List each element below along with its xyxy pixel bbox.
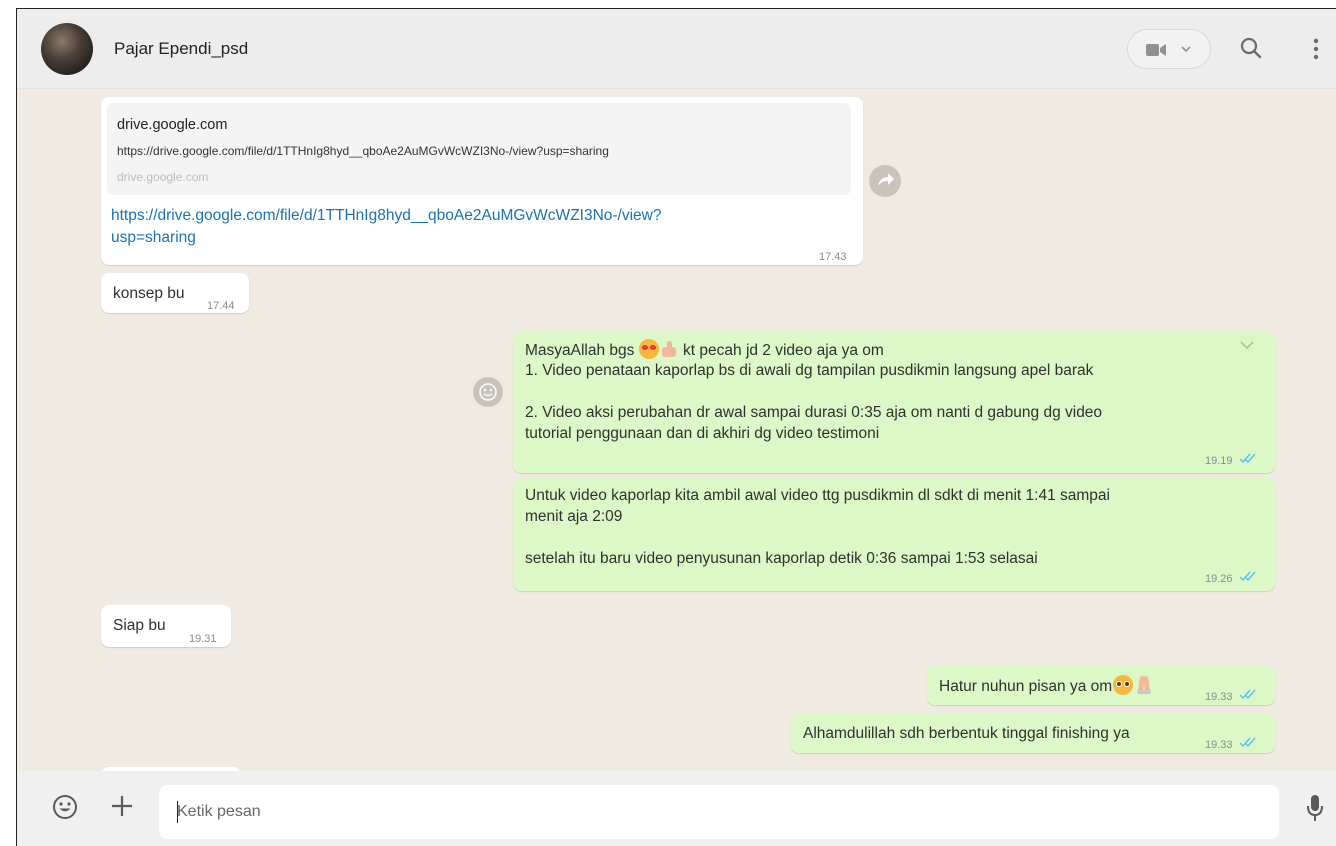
link-preview[interactable]: drive.google.com https://drive.google.co… bbox=[107, 103, 851, 195]
message-time: 19.19 bbox=[1205, 455, 1233, 467]
message-menu-chevron-icon[interactable] bbox=[1239, 339, 1255, 351]
message-input[interactable] bbox=[159, 785, 1279, 839]
message-time: 17.44 bbox=[207, 300, 235, 312]
emoji-picker-icon[interactable] bbox=[51, 793, 79, 821]
message-text: menit aja 2:09 bbox=[525, 508, 623, 525]
search-icon[interactable] bbox=[1239, 36, 1263, 60]
message-link[interactable]: https://drive.google.com/file/d/1TTHnIg8… bbox=[111, 205, 811, 249]
emoji-react-button[interactable] bbox=[473, 377, 503, 407]
read-ticks-icon bbox=[1239, 571, 1256, 582]
message-text: tutorial penggunaan dan di akhiri dg vid… bbox=[525, 425, 880, 442]
text-caret bbox=[177, 801, 178, 823]
message-text: 2. Video aksi perubahan dr awal sampai d… bbox=[525, 404, 1103, 421]
menu-icon[interactable] bbox=[1313, 37, 1319, 61]
message-time: 19.33 bbox=[1205, 739, 1233, 751]
microphone-icon[interactable] bbox=[1305, 793, 1325, 823]
message-text: Untuk video kaporlap kita ambil awal vid… bbox=[525, 487, 1110, 504]
message-text: kt pecah jd 2 video aja ya om bbox=[678, 342, 884, 359]
folded-hands-emoji-icon bbox=[1135, 675, 1153, 695]
smiley-icon bbox=[479, 383, 497, 401]
message-outgoing[interactable]: Alhamdulillah sdh berbentuk tinggal fini… bbox=[791, 713, 1275, 753]
message-outgoing[interactable]: Hatur nuhun pisan ya om 19.33 bbox=[927, 665, 1275, 705]
message-text-line: Hatur nuhun pisan ya om bbox=[939, 675, 1153, 697]
link-preview-title: drive.google.com bbox=[117, 117, 228, 133]
avatar[interactable] bbox=[41, 23, 93, 75]
pleading-face-emoji-icon bbox=[1113, 675, 1134, 695]
message-text: Siap bu bbox=[113, 617, 166, 634]
forward-arrow-icon bbox=[878, 173, 894, 186]
message-time: 17.43 bbox=[819, 251, 847, 263]
message-text: konsep bu bbox=[113, 285, 185, 302]
message-text: Alhamdulillah sdh berbentuk tinggal fini… bbox=[803, 725, 1130, 742]
message-text: MasyaAllah bgs bbox=[525, 342, 639, 359]
message-text: setelah itu baru video penyusunan kaporl… bbox=[525, 550, 1038, 567]
chat-header: Pajar Ependi_psd bbox=[17, 9, 1336, 89]
message-link-line[interactable]: usp=sharing bbox=[111, 227, 811, 249]
link-preview-description: https://drive.google.com/file/d/1TTHnIg8… bbox=[117, 144, 609, 158]
read-ticks-icon bbox=[1239, 737, 1256, 748]
chevron-down-icon bbox=[1181, 46, 1191, 53]
thumbs-up-emoji-icon bbox=[659, 339, 679, 359]
message-time: 19.31 bbox=[189, 633, 217, 645]
message-link-line[interactable]: https://drive.google.com/file/d/1TTHnIg8… bbox=[111, 205, 811, 227]
message-list[interactable]: drive.google.com https://drive.google.co… bbox=[17, 89, 1336, 771]
contact-name[interactable]: Pajar Ependi_psd bbox=[114, 39, 248, 59]
heart-eyes-emoji-icon bbox=[638, 339, 659, 359]
forward-icon[interactable] bbox=[869, 165, 901, 197]
message-outgoing[interactable]: Untuk video kaporlap kita ambil awal vid… bbox=[513, 477, 1275, 591]
read-ticks-icon bbox=[1239, 453, 1256, 464]
message-incoming-link[interactable]: drive.google.com https://drive.google.co… bbox=[101, 97, 863, 265]
chat-window: Pajar Ependi_psd drive.google.com https:… bbox=[16, 8, 1336, 846]
compose-bar bbox=[17, 771, 1336, 846]
video-call-icon bbox=[1146, 44, 1166, 56]
message-text: 1. Video penataan kaporlap bs di awali d… bbox=[525, 362, 1094, 379]
message-text: Hatur nuhun pisan ya om bbox=[939, 678, 1113, 695]
message-text-line: MasyaAllah bgs kt pecah jd 2 video aja y… bbox=[525, 339, 884, 361]
message-outgoing[interactable]: MasyaAllah bgs kt pecah jd 2 video aja y… bbox=[513, 331, 1275, 473]
message-incoming[interactable]: konsep bu 17.44 bbox=[101, 273, 249, 313]
message-time: 19.33 bbox=[1205, 691, 1233, 703]
read-ticks-icon bbox=[1239, 689, 1256, 700]
link-preview-domain: drive.google.com bbox=[117, 170, 209, 184]
message-incoming[interactable]: Siap bu 19.31 bbox=[101, 605, 231, 647]
attach-plus-icon[interactable] bbox=[109, 793, 135, 819]
message-time: 19.26 bbox=[1205, 573, 1233, 585]
video-call-button[interactable] bbox=[1127, 29, 1211, 69]
